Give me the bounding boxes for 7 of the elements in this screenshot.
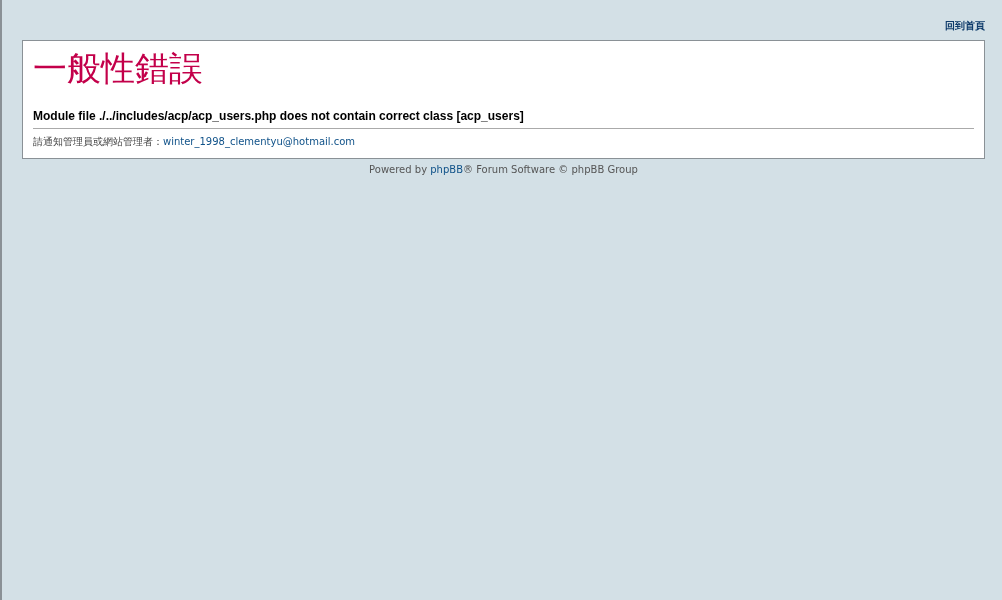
email-link[interactable]: winter_1998_clementyu@hotmail.com	[163, 134, 356, 149]
home-link[interactable]: 回到首頁	[945, 18, 985, 40]
footer-credit: Powered by phpBB® Forum Software © phpBB Group	[368, 163, 639, 177]
phpbb-link[interactable]: phpBB	[430, 164, 463, 175]
contact-label: 請通知管理員或網站管理者：	[33, 135, 163, 149]
error-title: 一般性錯誤	[33, 49, 204, 89]
error-message: Module file ./../includes/acp/acp_users.php does not contain correct class [acp_users]	[33, 108, 525, 124]
